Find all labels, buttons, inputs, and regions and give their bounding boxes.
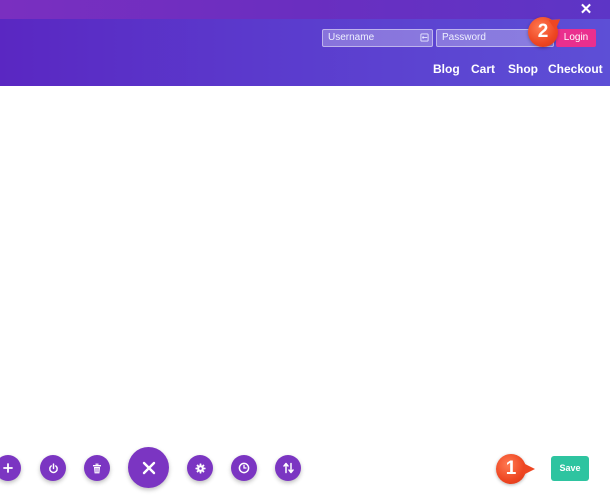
nav-link-shop[interactable]: Shop: [508, 61, 538, 77]
power-icon: [48, 462, 58, 473]
close-button[interactable]: [128, 447, 169, 488]
close-icon: [142, 461, 155, 474]
trash-button[interactable]: [84, 455, 110, 481]
nav-link-blog[interactable]: Blog: [433, 61, 460, 77]
plus-icon: [3, 463, 13, 473]
power-button[interactable]: [40, 455, 66, 481]
username-placeholder: Username: [328, 32, 375, 43]
step-marker-2: 2: [528, 17, 558, 47]
trash-icon: [93, 463, 101, 473]
nav-link-cart[interactable]: Cart: [471, 61, 495, 77]
close-icon[interactable]: ✕: [578, 2, 594, 18]
top-bar: [0, 0, 610, 19]
gear-icon: [194, 462, 206, 474]
sort-icon: [282, 462, 294, 474]
portability-button[interactable]: [275, 455, 301, 481]
key-icon: [420, 33, 429, 42]
login-button[interactable]: Login: [556, 29, 596, 47]
settings-button[interactable]: [187, 455, 213, 481]
save-button[interactable]: Save: [551, 456, 589, 481]
add-button[interactable]: [0, 455, 21, 481]
username-input[interactable]: Username: [322, 29, 433, 47]
nav-link-checkout[interactable]: Checkout: [548, 61, 603, 77]
step-marker-1: 1: [496, 454, 535, 484]
history-button[interactable]: [231, 455, 257, 481]
clock-icon: [238, 462, 250, 474]
password-placeholder: Password: [442, 32, 486, 43]
